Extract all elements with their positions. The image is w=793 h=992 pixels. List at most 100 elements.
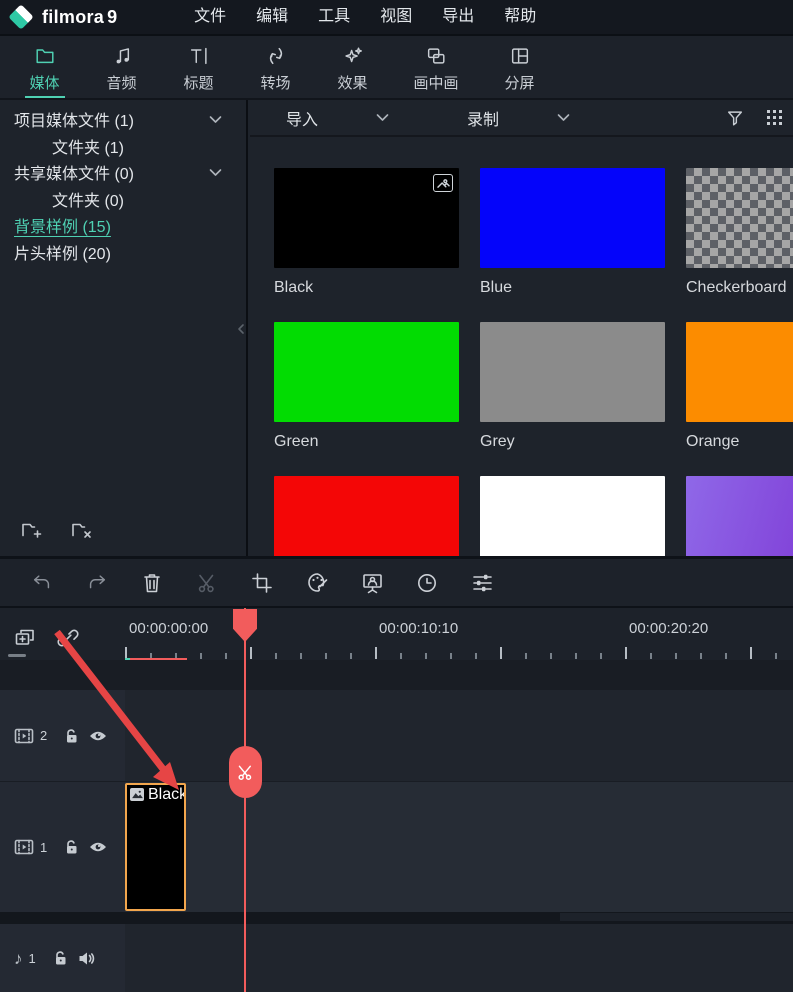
media-item-blue[interactable]: Blue (480, 168, 665, 297)
color-palette-button[interactable] (297, 563, 337, 603)
media-item-name: Black (274, 279, 459, 297)
sidebar-item-label: 共享媒体文件 (0) (14, 160, 134, 184)
menu-view[interactable]: 视图 (369, 0, 423, 34)
tab-audio-label: 音频 (106, 72, 136, 93)
chevron-down-icon (557, 113, 570, 122)
chevron-down-icon[interactable] (209, 115, 222, 124)
chevron-down-icon[interactable] (209, 168, 222, 177)
media-item-black[interactable]: Black (274, 168, 459, 297)
sidebar-item-label: 文件夹 (1) (52, 134, 124, 158)
menu-items: 文件 编辑 工具 视图 导出 帮助 (179, 0, 551, 34)
audio-track-icon: ♪ (14, 950, 23, 967)
tab-media[interactable]: 媒体 (6, 36, 83, 98)
import-dropdown[interactable]: 导入 (286, 106, 389, 130)
tab-splitscreen-label: 分屏 (504, 72, 534, 93)
picture-in-picture-icon (425, 45, 447, 67)
tab-titles[interactable]: 标题 (160, 36, 237, 98)
timeline-toolbar: 00:00:00:00 00:00:10:10 00:00:20:20 (0, 608, 793, 660)
media-item-checkerboard[interactable]: Checkerboard (686, 168, 793, 297)
sidebar-item-project-folder[interactable]: 文件夹 (1) (0, 133, 246, 160)
ruler-label-2: 00:00:20:20 (629, 620, 708, 637)
panel-collapse-arrow-icon[interactable] (237, 318, 247, 340)
sidebar-item-shared-media[interactable]: 共享媒体文件 (0) (0, 159, 246, 186)
menu-tools[interactable]: 工具 (307, 0, 361, 34)
sidebar-item-label: 片头样例 (20) (14, 240, 111, 264)
video-track-icon (14, 727, 34, 745)
chevron-down-icon (376, 113, 389, 122)
tab-transitions[interactable]: 转场 (237, 36, 314, 98)
sidebar-item-sample-intros[interactable]: 片头样例 (20) (0, 239, 246, 266)
sidebar-item-label: 背景样例 (15) (14, 213, 111, 237)
video-track-1-header: 1 (0, 782, 125, 912)
media-item-green[interactable]: Green (274, 322, 459, 451)
link-clips-button[interactable] (55, 625, 81, 651)
crop-button[interactable] (242, 563, 282, 603)
delete-button[interactable] (132, 563, 172, 603)
music-note-icon (111, 45, 133, 67)
tab-audio[interactable]: 音频 (83, 36, 160, 98)
media-item-white[interactable] (480, 476, 665, 556)
clip-label: Black (148, 786, 186, 804)
portrait-chroma-button[interactable] (352, 563, 392, 603)
menu-help[interactable]: 帮助 (493, 0, 547, 34)
add-folder-button[interactable] (20, 518, 46, 542)
filter-button[interactable] (726, 109, 744, 127)
menu-export[interactable]: 导出 (431, 0, 485, 34)
video-track-2: 2 (0, 690, 793, 781)
media-item-purple[interactable] (686, 476, 793, 556)
adjust-sliders-button[interactable] (462, 563, 502, 603)
video-track-2-lane[interactable] (125, 690, 793, 781)
audio-track-1-lane[interactable] (125, 924, 793, 992)
mute-track-button[interactable] (78, 951, 95, 966)
audio-track-1: ♪ 1 (0, 924, 793, 992)
lock-track-button[interactable] (53, 950, 68, 966)
delete-folder-button[interactable] (70, 518, 96, 542)
in-use-image-icon (433, 174, 453, 192)
media-item-orange[interactable]: Orange (686, 322, 793, 451)
toggle-visibility-button[interactable] (89, 730, 107, 742)
add-track-button[interactable] (12, 626, 38, 650)
video-track-1: 1 (0, 782, 793, 912)
video-track-2-header: 2 (0, 690, 125, 781)
cut-button[interactable] (187, 563, 227, 603)
sidebar-item-label: 项目媒体文件 (1) (14, 107, 134, 131)
lock-track-button[interactable] (64, 728, 79, 744)
tab-effects[interactable]: 效果 (314, 36, 391, 98)
undo-button[interactable] (22, 563, 62, 603)
timeline-tracks: 2 (0, 660, 793, 992)
track-divider (0, 912, 793, 924)
edit-toolbar (0, 556, 793, 608)
lock-track-button[interactable] (64, 839, 79, 855)
menu-edit[interactable]: 编辑 (245, 0, 299, 34)
ruler-label-1: 00:00:10:10 (379, 620, 458, 637)
split-scissors-button[interactable] (229, 746, 262, 798)
ruler-label-0: 00:00:00:00 (129, 620, 208, 637)
tab-splitscreen[interactable]: 分屏 (481, 36, 558, 98)
media-item-name: Green (274, 433, 459, 451)
toggle-visibility-button[interactable] (89, 841, 107, 853)
media-item-name: Grey (480, 433, 665, 451)
record-dropdown[interactable]: 录制 (467, 106, 570, 130)
media-item-red[interactable] (274, 476, 459, 556)
tab-pip[interactable]: 画中画 (391, 36, 481, 98)
video-track-icon (14, 838, 34, 856)
redo-button[interactable] (77, 563, 117, 603)
brand-name: filmora (42, 7, 104, 28)
playhead-line[interactable] (244, 608, 246, 992)
tab-effects-label: 效果 (337, 72, 367, 93)
sidebar-item-project-media[interactable]: 项目媒体文件 (1) (0, 106, 246, 133)
media-item-grey[interactable]: Grey (480, 322, 665, 451)
image-clip-icon (130, 788, 144, 801)
sidebar-item-shared-folder[interactable]: 文件夹 (0) (0, 186, 246, 213)
menu-file[interactable]: 文件 (183, 0, 237, 34)
media-item-name: Checkerboard (686, 279, 793, 297)
scroll-dash[interactable] (8, 654, 26, 657)
timeline-clip-black[interactable]: Black (125, 783, 186, 911)
sidebar-item-sample-backgrounds[interactable]: 背景样例 (15) (0, 212, 246, 239)
brand-version: 9 (107, 7, 117, 28)
video-track-1-lane[interactable]: Black (125, 782, 793, 912)
speed-clock-button[interactable] (407, 563, 447, 603)
grid-view-button[interactable] (766, 109, 783, 126)
tab-media-label: 媒体 (29, 72, 59, 93)
text-title-icon (188, 45, 210, 67)
